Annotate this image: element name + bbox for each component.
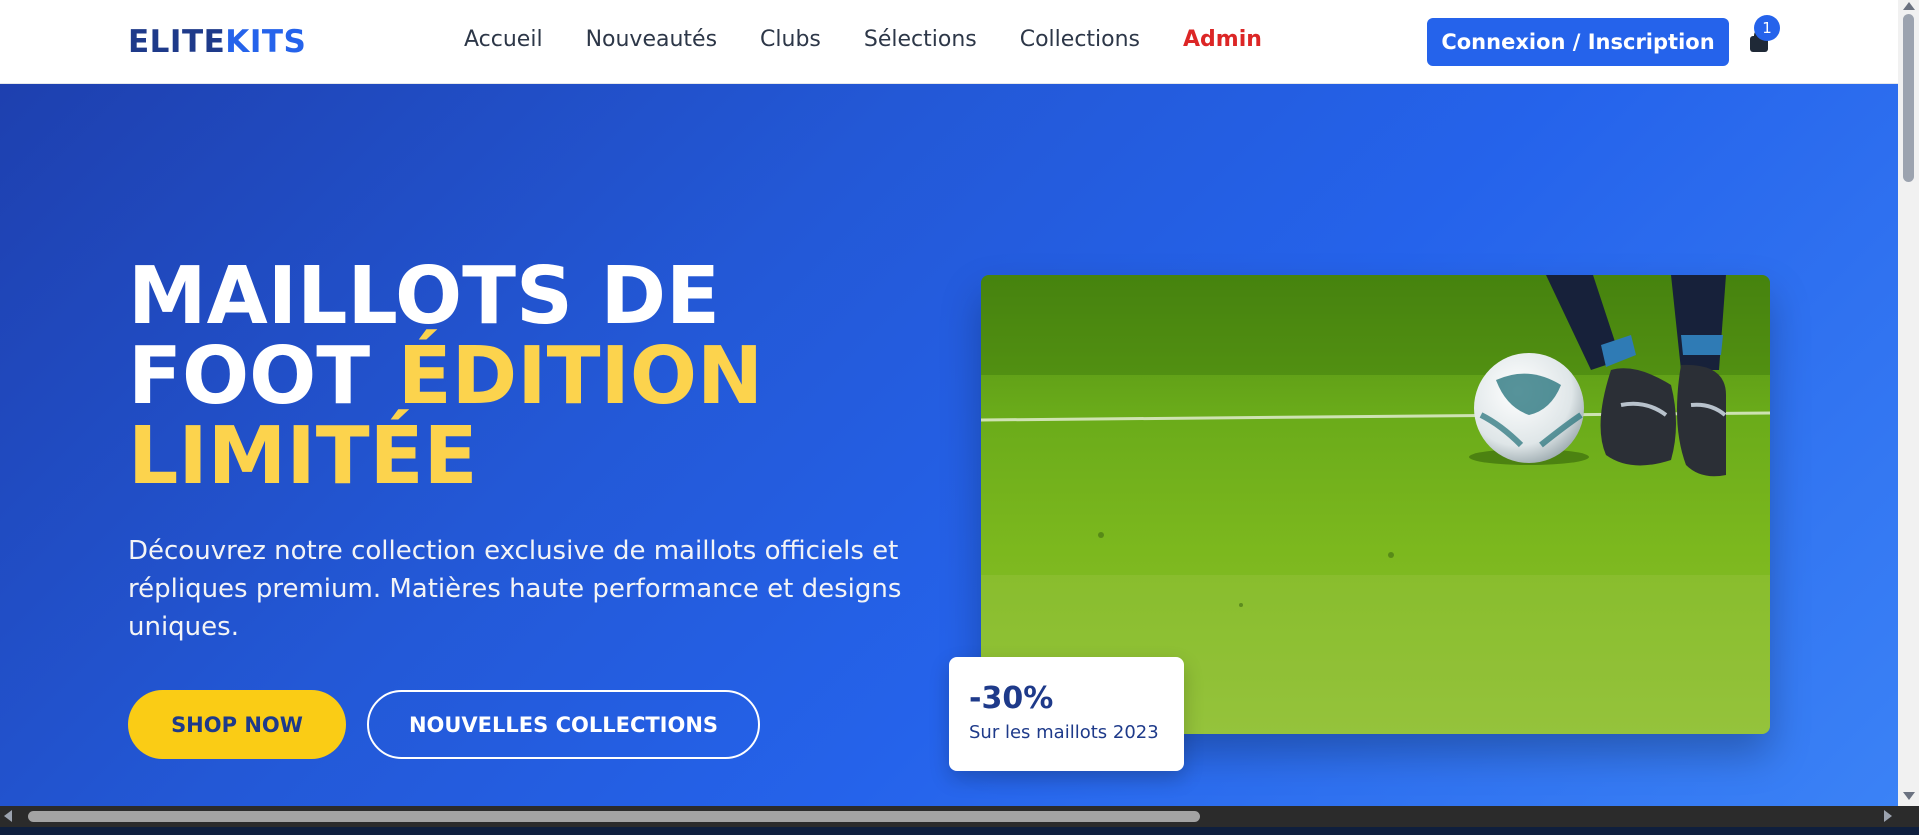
new-collections-button[interactable]: NOUVELLES COLLECTIONS	[367, 690, 760, 759]
hero-title: MAILLOTS DE FOOT ÉDITION LIMITÉE	[128, 256, 828, 496]
promo-description: Sur les maillots 2023	[969, 722, 1159, 743]
hero-title-line1: MAILLOTS DE	[128, 250, 720, 342]
scroll-up-icon[interactable]	[1903, 2, 1915, 10]
promo-discount: -30%	[969, 681, 1054, 716]
site-header: ELITEKITS Accueil Nouveautés Clubs Sélec…	[0, 0, 1898, 84]
horizontal-scrollbar[interactable]	[0, 806, 1898, 827]
site-logo[interactable]: ELITEKITS	[128, 24, 306, 60]
hero-title-line2-white: FOOT	[128, 330, 398, 422]
hero-section: MAILLOTS DE FOOT ÉDITION LIMITÉE Découvr…	[0, 84, 1898, 806]
logo-part-kits: KITS	[225, 24, 307, 60]
hero-title-line3: LIMITÉE	[128, 410, 478, 502]
scroll-down-icon[interactable]	[1903, 792, 1915, 800]
login-register-button[interactable]: Connexion / Inscription	[1427, 18, 1729, 66]
promo-card: -30% Sur les maillots 2023	[949, 657, 1184, 771]
nav-clubs[interactable]: Clubs	[760, 27, 821, 52]
scroll-right-icon[interactable]	[1884, 810, 1892, 822]
hero-subtitle: Découvrez notre collection exclusive de …	[128, 536, 902, 642]
nav-selections[interactable]: Sélections	[864, 27, 977, 52]
horizontal-scroll-thumb[interactable]	[28, 811, 1200, 822]
hero-title-line2-highlight: ÉDITION	[397, 330, 764, 422]
logo-part-elite: ELITE	[128, 24, 226, 60]
main-nav: Accueil Nouveautés Clubs Sélections Coll…	[464, 27, 1305, 52]
shop-now-button[interactable]: SHOP NOW	[128, 690, 346, 759]
nav-admin[interactable]: Admin	[1183, 27, 1262, 52]
scrollbar-corner	[1898, 806, 1919, 827]
nav-nouveautes[interactable]: Nouveautés	[586, 27, 717, 52]
vertical-scrollbar[interactable]	[1898, 0, 1919, 806]
scroll-left-icon[interactable]	[4, 810, 12, 822]
taskbar-strip	[0, 827, 1919, 835]
nav-collections[interactable]: Collections	[1020, 27, 1140, 52]
nav-accueil[interactable]: Accueil	[464, 27, 543, 52]
vertical-scroll-thumb[interactable]	[1903, 14, 1914, 182]
cart-count-badge: 1	[1754, 15, 1780, 41]
